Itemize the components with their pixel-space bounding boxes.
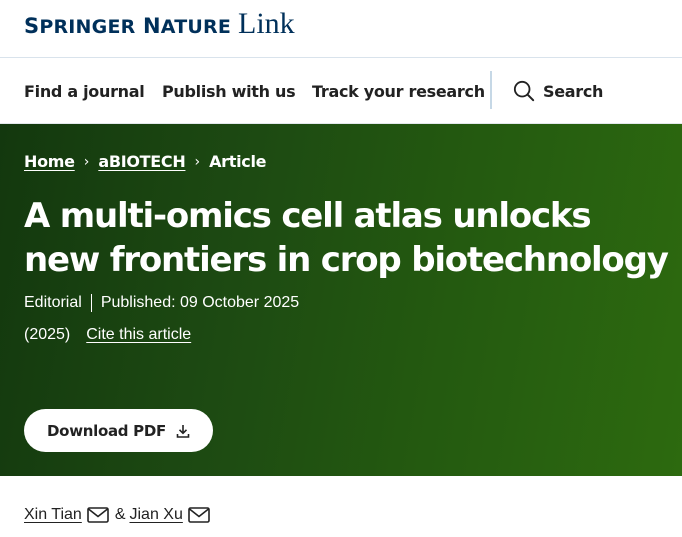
logo-wordmark: SPRINGER NATURE xyxy=(24,14,231,38)
author-link[interactable]: Jian Xu xyxy=(129,506,182,524)
article-citation-row: (2025) Cite this article xyxy=(24,326,191,344)
search-button[interactable]: Search xyxy=(513,58,603,124)
author-separator: & xyxy=(114,506,126,523)
article-type: Editorial xyxy=(24,294,82,311)
meta-divider xyxy=(90,294,92,312)
search-label: Search xyxy=(543,81,604,101)
breadcrumb-journal[interactable]: aBIOTECH xyxy=(98,152,185,171)
brand-bar: SPRINGER NATURE Link xyxy=(0,0,682,58)
author-list: Xin Tian & Jian Xu xyxy=(24,506,210,524)
article-title: A multi-omics cell atlas unlocks new fro… xyxy=(24,196,669,280)
download-pdf-label: Download PDF xyxy=(47,421,166,440)
springer-nature-link-logo[interactable]: SPRINGER NATURE Link xyxy=(24,7,295,41)
article-meta: Editorial Published: 09 October 2025 xyxy=(24,294,299,312)
breadcrumb-chevron-icon: › xyxy=(83,153,90,170)
nav-track-your-research[interactable]: Track your research xyxy=(312,58,485,124)
article-hero: Home › aBIOTECH › Article A multi-omics … xyxy=(0,124,682,476)
article-year: (2025) xyxy=(24,326,71,343)
nav-publish-with-us[interactable]: Publish with us xyxy=(162,58,296,124)
download-pdf-button[interactable]: Download PDF xyxy=(24,409,213,452)
cite-this-article-link[interactable]: Cite this article xyxy=(86,326,191,344)
download-icon xyxy=(176,424,190,438)
search-icon xyxy=(513,80,535,102)
breadcrumb-current: Article xyxy=(209,152,267,171)
breadcrumb-chevron-icon: › xyxy=(194,153,201,170)
breadcrumb: Home › aBIOTECH › Article xyxy=(24,152,267,171)
mail-icon[interactable] xyxy=(188,507,210,523)
breadcrumb-home[interactable]: Home xyxy=(24,152,75,171)
logo-link-word: Link xyxy=(238,7,295,40)
nav-divider xyxy=(490,71,492,109)
author-link[interactable]: Xin Tian xyxy=(24,506,82,524)
mail-icon[interactable] xyxy=(87,507,109,523)
published-date: Published: 09 October 2025 xyxy=(100,294,300,311)
main-nav: Find a journal Publish with us Track you… xyxy=(0,58,682,124)
nav-find-a-journal[interactable]: Find a journal xyxy=(24,58,145,124)
